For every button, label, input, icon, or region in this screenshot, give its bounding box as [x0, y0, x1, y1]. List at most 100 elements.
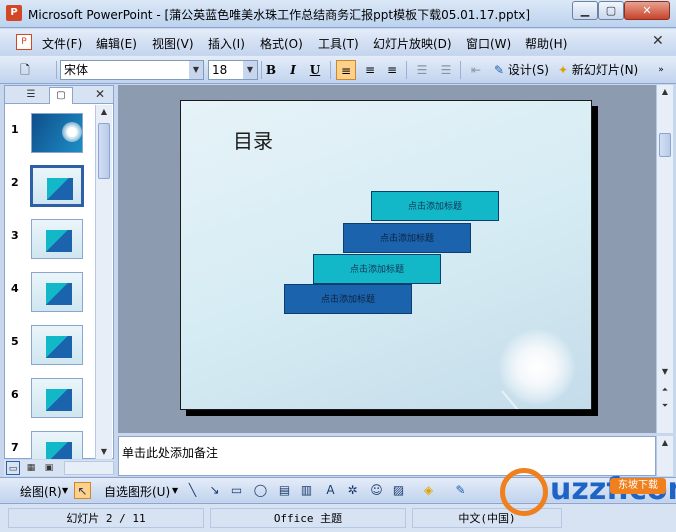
- font-size-value: 18: [212, 63, 228, 77]
- chevron-down-icon[interactable]: ▼: [62, 486, 68, 495]
- scroll-thumb[interactable]: [659, 133, 671, 157]
- menu-view[interactable]: 视图(V): [152, 35, 194, 52]
- slide-editor: 目录 点击添加标题 点击添加标题 点击添加标题 点击添加标题: [118, 85, 656, 433]
- minimize-button[interactable]: ▁: [572, 1, 598, 20]
- design-icon: ✎: [494, 63, 505, 77]
- document-icon[interactable]: P: [16, 34, 32, 50]
- font-name-select[interactable]: 宋体 ▼: [60, 60, 204, 80]
- step-box-1[interactable]: 点击添加标题: [371, 191, 499, 221]
- fill-color-icon[interactable]: ◈: [420, 482, 437, 499]
- slide-thumbnail[interactable]: [30, 165, 84, 207]
- slide-thumbnail[interactable]: [31, 272, 83, 312]
- notes-placeholder[interactable]: 单击此处添加备注: [122, 444, 218, 461]
- bullets-icon[interactable]: ☰: [436, 60, 456, 80]
- pane-close-icon[interactable]: ✕: [95, 87, 105, 101]
- picture-icon[interactable]: ▨: [390, 482, 407, 499]
- vertical-textbox-icon[interactable]: ▥: [298, 482, 315, 499]
- slide-thumbnail[interactable]: [31, 113, 83, 153]
- scroll-up-icon[interactable]: ▲: [97, 105, 111, 119]
- previous-slide-icon[interactable]: ⏶: [658, 383, 672, 397]
- watermark-badge: 东坡下载: [610, 478, 666, 494]
- menu-tools[interactable]: 工具(T): [318, 35, 359, 52]
- next-slide-icon[interactable]: ⏷: [658, 399, 672, 413]
- maximize-button[interactable]: ▢: [598, 1, 624, 20]
- scroll-up-icon[interactable]: ▲: [658, 85, 672, 99]
- chevron-down-icon[interactable]: ▼: [172, 486, 178, 495]
- menu-window[interactable]: 窗口(W): [466, 35, 511, 52]
- scroll-down-icon[interactable]: ▼: [658, 365, 672, 379]
- slide-thumbnail[interactable]: [31, 325, 83, 365]
- underline-button[interactable]: U: [306, 60, 324, 80]
- italic-button[interactable]: I: [284, 60, 302, 80]
- powerpoint-icon: P: [6, 5, 22, 21]
- horizontal-scrollbar[interactable]: [64, 461, 114, 475]
- align-center-icon[interactable]: ≡: [360, 60, 380, 80]
- autoshapes-menu[interactable]: 自选图形(U): [104, 483, 170, 500]
- tab-outline[interactable]: ☰: [19, 87, 43, 104]
- slide-thumbnail[interactable]: [31, 378, 83, 418]
- current-slide[interactable]: 目录 点击添加标题 点击添加标题 点击添加标题 点击添加标题: [180, 100, 592, 410]
- draw-menu[interactable]: 绘图(R): [20, 483, 62, 500]
- line-color-icon[interactable]: ✎: [452, 482, 469, 499]
- slide-thumbnail-row[interactable]: 7: [5, 431, 95, 459]
- close-button[interactable]: ✕: [624, 1, 670, 20]
- close-document-icon[interactable]: ✕: [652, 33, 664, 49]
- wordart-icon[interactable]: A: [322, 482, 339, 499]
- align-right-icon[interactable]: ≡: [382, 60, 402, 80]
- diagram-icon[interactable]: ✲: [344, 482, 361, 499]
- normal-view-icon[interactable]: ▭: [6, 461, 20, 475]
- slide-number: 4: [11, 282, 19, 295]
- thumbnails-scrollbar[interactable]: ▲ ▼: [95, 105, 112, 459]
- clipart-icon[interactable]: ☺: [368, 482, 385, 499]
- step-box-4[interactable]: 点击添加标题: [284, 284, 412, 314]
- oval-icon[interactable]: ◯: [252, 482, 269, 499]
- slide-number: 6: [11, 388, 19, 401]
- step-box-2[interactable]: 点击添加标题: [343, 223, 471, 253]
- slide-thumbnail-row[interactable]: 5: [5, 325, 95, 375]
- slide-thumbnail-row[interactable]: 1: [5, 113, 95, 163]
- font-size-select[interactable]: 18 ▼: [208, 60, 258, 80]
- slide-thumbnail[interactable]: [31, 431, 83, 459]
- font-name-value: 宋体: [64, 63, 89, 77]
- slide-thumbnail-row[interactable]: 2: [5, 165, 95, 216]
- menu-bar: P 文件(F) 编辑(E) 视图(V) 插入(I) 格式(O) 工具(T) 幻灯…: [0, 29, 676, 55]
- menu-format[interactable]: 格式(O): [260, 35, 303, 52]
- numbering-icon[interactable]: ☰: [412, 60, 432, 80]
- menu-insert[interactable]: 插入(I): [208, 35, 245, 52]
- step-box-3[interactable]: 点击添加标题: [313, 254, 441, 284]
- slide-thumbnail[interactable]: [31, 219, 83, 259]
- window-title: Microsoft PowerPoint - [蒲公英蓝色唯美水珠工作总结商务汇…: [28, 8, 531, 22]
- new-slide-button[interactable]: ✦ 新幻灯片(N): [558, 60, 650, 80]
- slideshow-icon[interactable]: ▣: [42, 461, 56, 475]
- design-button[interactable]: ✎ 设计(S): [494, 60, 552, 80]
- scroll-up-icon[interactable]: ▲: [658, 436, 672, 450]
- slide-thumbnail-row[interactable]: 4: [5, 272, 95, 322]
- menu-file[interactable]: 文件(F): [42, 35, 82, 52]
- select-pointer-icon[interactable]: ↖: [74, 482, 91, 499]
- line-icon[interactable]: ╲: [184, 482, 201, 499]
- slide-title[interactable]: 目录: [233, 125, 273, 154]
- slide-sorter-icon[interactable]: ▦: [24, 461, 38, 475]
- tab-slides[interactable]: ▢: [49, 87, 73, 104]
- title-bar: P Microsoft PowerPoint - [蒲公英蓝色唯美水珠工作总结商…: [0, 0, 676, 28]
- slide-number: 7: [11, 441, 19, 454]
- bold-button[interactable]: B: [262, 60, 280, 80]
- new-document-icon[interactable]: 🗋: [14, 60, 36, 80]
- menu-help[interactable]: 帮助(H): [525, 35, 567, 52]
- slide-scrollbar[interactable]: ▲ ▼ ⏶ ⏷: [656, 85, 673, 433]
- slide-thumbnail-row[interactable]: 3: [5, 219, 95, 269]
- arrow-icon[interactable]: ↘: [206, 482, 223, 499]
- align-left-icon[interactable]: ≡: [336, 60, 356, 80]
- new-slide-label: 新幻灯片(N): [571, 63, 639, 77]
- toolbar-options-icon[interactable]: »: [654, 60, 668, 80]
- menu-edit[interactable]: 编辑(E): [96, 35, 137, 52]
- scroll-thumb[interactable]: [98, 123, 110, 179]
- design-label: 设计(S): [507, 63, 549, 77]
- scroll-down-icon[interactable]: ▼: [97, 445, 111, 459]
- menu-slideshow[interactable]: 幻灯片放映(D): [373, 35, 452, 52]
- rectangle-icon[interactable]: ▭: [228, 482, 245, 499]
- theme-name: Office 主题: [210, 508, 406, 528]
- slide-thumbnail-row[interactable]: 6: [5, 378, 95, 428]
- decrease-indent-icon[interactable]: ⇤: [466, 60, 486, 80]
- textbox-icon[interactable]: ▤: [276, 482, 293, 499]
